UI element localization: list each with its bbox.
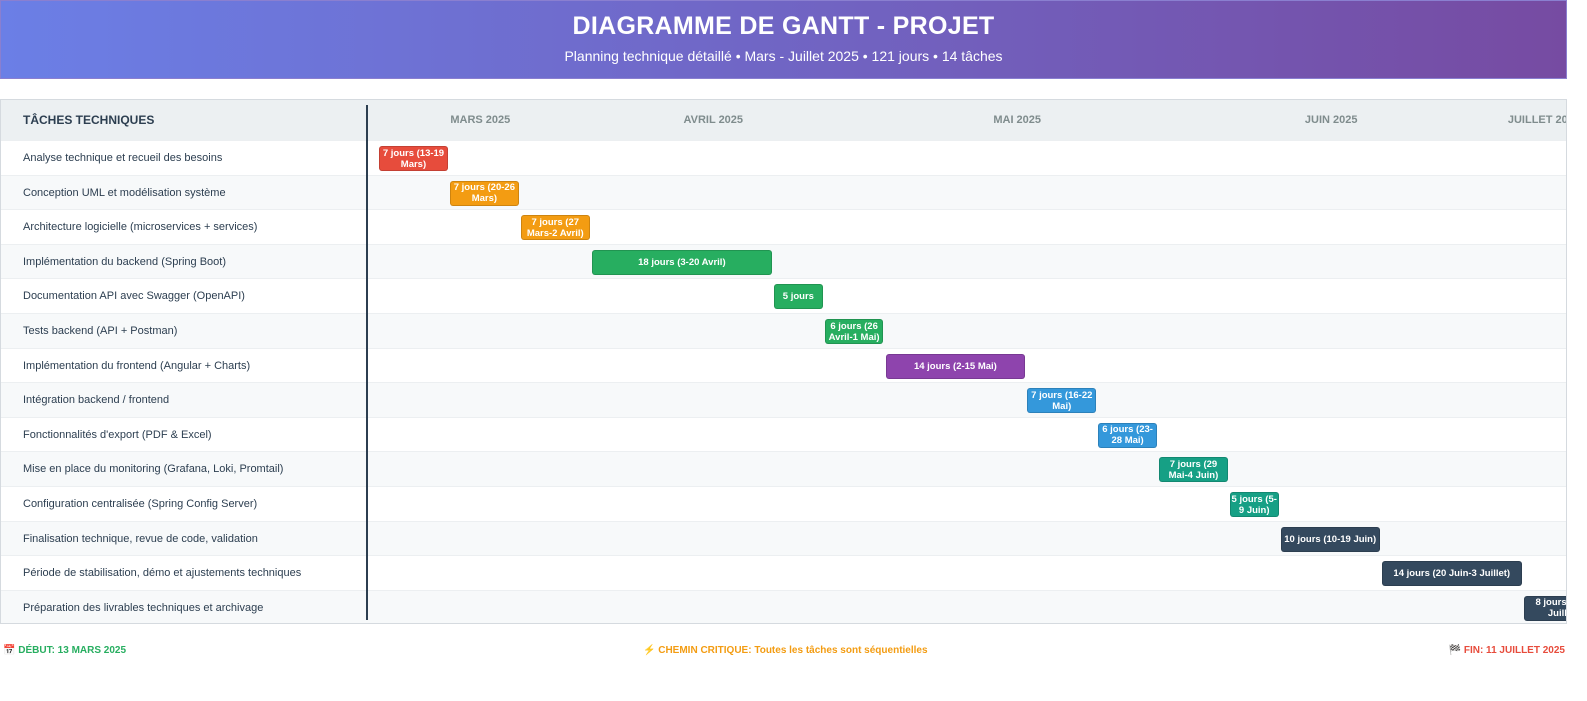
task-row: Finalisation technique, revue de code, v… (1, 520, 1566, 556)
task-row: Analyse technique et recueil des besoins… (1, 140, 1566, 175)
task-row: Préparation des livrables techniques et … (1, 589, 1566, 623)
task-bar[interactable]: 7 jours (16-22 Mai) (1027, 388, 1097, 414)
chart-subtitle: Planning technique détaillé • Mars - Jui… (564, 48, 1003, 64)
task-bar[interactable]: 7 jours (13-19 Mars) (379, 146, 448, 171)
task-name: Mise en place du monitoring (Grafana, Lo… (23, 463, 284, 476)
task-bar[interactable]: 14 jours (20 Juin-3 Juillet) (1381, 561, 1522, 587)
chart-title: DIAGRAMME DE GANTT - PROJET (572, 12, 995, 40)
start-date-label: 📅 DÉBUT: 13 MARS 2025 (3, 645, 127, 656)
gantt-header-row: TÂCHES TECHNIQUES MARS 2025 AVRIL 2025 MAI… (1, 100, 1566, 140)
task-row: Période de stabilisation, démo et ajuste… (1, 555, 1566, 590)
column-divider (366, 105, 368, 620)
task-bar[interactable]: 7 jours (29 Mai-4 Juin) (1159, 457, 1228, 483)
task-name: Fonctionnalités d'export (PDF & Excel) (23, 428, 212, 441)
task-name: Période de stabilisation, démo et ajuste… (23, 567, 302, 580)
task-row: Configuration centralisée (Spring Config… (1, 486, 1566, 521)
gantt-chart: TÂCHES TECHNIQUES MARS 2025 AVRIL 2025 MAI… (0, 99, 1567, 624)
task-bar[interactable]: 7 jours (20-26 Mars) (449, 180, 519, 206)
task-row: Documentation API avec Swagger (OpenAPI)… (1, 278, 1566, 313)
task-bar[interactable]: 6 jours (23-28 Mai) (1098, 422, 1157, 448)
chart-header: DIAGRAMME DE GANTT - PROJET Planning tec… (0, 0, 1567, 79)
month-label: MARS 2025 (450, 114, 511, 126)
task-name: Implémentation du backend (Spring Boot) (23, 255, 227, 268)
task-name: Conception UML et modélisation système (23, 186, 226, 199)
task-bar[interactable]: 8 jours (4-11 Juillet) (1523, 595, 1566, 621)
task-row: Intégration backend / frontend 7 jours (1… (1, 382, 1566, 417)
task-name: Architecture logicielle (microservices +… (23, 221, 258, 234)
task-row: Mise en place du monitoring (Grafana, Lo… (1, 451, 1566, 486)
task-bar[interactable]: 14 jours (2-15 Mai) (885, 353, 1026, 379)
task-bar[interactable]: 6 jours (26 Avril-1 Mai) (824, 319, 884, 344)
task-bar[interactable]: 5 jours (5-9 Juin) (1229, 492, 1279, 517)
task-name: Analyse technique et recueil des besoins (23, 152, 223, 164)
task-bar[interactable]: 18 jours (3-20 Avril) (591, 249, 773, 275)
end-date-label: 🏁 FIN: 11 JUILLET 2025 (1448, 645, 1565, 656)
task-bar[interactable]: 7 jours (27 Mars-2 Avril) (520, 215, 590, 241)
task-name: Intégration backend / frontend (23, 394, 170, 407)
task-row: Tests backend (API + Postman) 6 jours (26… (1, 313, 1566, 348)
month-label: MAI 2025 (993, 114, 1042, 126)
task-name: Tests backend (API + Postman) (23, 325, 178, 337)
critical-path-label: ⚡ CHEMIN CRITIQUE: Toutes les tâches son… (643, 645, 928, 656)
task-row: Fonctionnalités d'export (PDF & Excel) 6 … (1, 416, 1566, 452)
task-name: Documentation API avec Swagger (OpenAPI) (23, 290, 245, 303)
task-bar[interactable]: 10 jours (10-19 Juin) (1280, 526, 1380, 552)
task-row: Implémentation du backend (Spring Boot) 1… (1, 243, 1566, 279)
month-label: JUILLET 2025 (1507, 114, 1567, 126)
task-name: Finalisation technique, revue de code, v… (23, 532, 258, 545)
task-name: Préparation des livrables techniques et … (23, 601, 264, 614)
task-bar[interactable]: 5 jours (774, 284, 823, 310)
task-name: Configuration centralisée (Spring Config… (23, 498, 258, 510)
task-row: Architecture logicielle (microservices +… (1, 209, 1566, 244)
month-label: JUIN 2025 (1304, 114, 1358, 126)
month-label: AVRIL 2025 (683, 114, 744, 126)
task-name: Implémentation du frontend (Angular + Ch… (23, 359, 251, 372)
tasks-column-header: TÂCHES TECHNIQUES (23, 113, 155, 127)
task-row: Implémentation du frontend (Angular + Ch… (1, 347, 1566, 383)
task-row: Conception UML et modélisation système 7 … (1, 174, 1566, 210)
